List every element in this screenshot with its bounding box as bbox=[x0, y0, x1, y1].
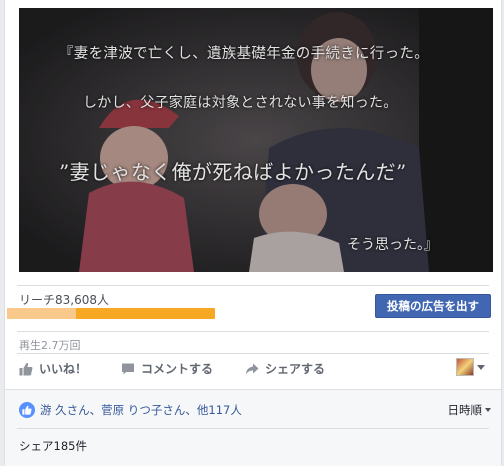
comment-sort-dropdown[interactable]: 日時順 bbox=[447, 402, 491, 418]
reach-count[interactable]: リーチ83,608人 bbox=[19, 291, 109, 308]
video-caption-line3: ”妻じゃなく俺が死ねばよかったんだ” bbox=[59, 160, 407, 184]
reach-row: リーチ83,608人 投稿の広告を出す bbox=[5, 288, 501, 324]
divider bbox=[17, 353, 489, 354]
reach-progress-bar[interactable] bbox=[7, 308, 215, 319]
video-player[interactable]: 『妻を津波で亡くし、遺族基礎年金の手続きに行った。 しかし、父子家庭は対象とされ… bbox=[19, 8, 493, 272]
chevron-down-icon bbox=[477, 364, 485, 370]
chevron-down-icon bbox=[485, 408, 491, 412]
likes-text[interactable]: 游 久さん、菅原 りつ子さん、他117人 bbox=[40, 402, 242, 418]
divider bbox=[17, 285, 489, 286]
post-card: 『妻を津波で亡くし、遺族基礎年金の手続きに行った。 しかし、父子家庭は対象とされ… bbox=[4, 0, 502, 466]
sort-label: 日時順 bbox=[447, 403, 483, 417]
share-label: シェアする bbox=[265, 362, 326, 376]
page-identity-selector[interactable] bbox=[456, 358, 485, 376]
comment-label: コメントする bbox=[141, 362, 214, 376]
thumbs-up-icon bbox=[19, 362, 33, 375]
like-reaction-icon bbox=[19, 402, 35, 418]
share-button[interactable]: シェアする bbox=[245, 360, 325, 377]
video-caption-line1: 『妻を津波で亡くし、遺族基礎年金の手続きに行った。 bbox=[59, 46, 429, 62]
share-count[interactable]: シェア185件 bbox=[19, 438, 87, 454]
share-arrow-icon bbox=[245, 363, 259, 374]
action-bar: いいね！ コメントする シェアする bbox=[5, 356, 501, 384]
divider bbox=[17, 331, 489, 332]
like-label: いいね！ bbox=[39, 362, 88, 376]
page-avatar bbox=[456, 358, 474, 376]
engagement-section: 游 久さん、菅原 りつ子さん、他117人 日時順 シェア185件 bbox=[5, 389, 501, 466]
like-button[interactable]: いいね！ bbox=[19, 360, 87, 377]
video-caption-line4: そう思った。』 bbox=[347, 237, 438, 253]
comment-button[interactable]: コメントする bbox=[121, 360, 213, 377]
video-caption-line2: しかし、父子家庭は対象とされない事を知った。 bbox=[83, 95, 398, 111]
boost-post-button[interactable]: 投稿の広告を出す bbox=[375, 294, 491, 318]
likes-summary[interactable]: 游 久さん、菅原 りつ子さん、他117人 bbox=[19, 402, 242, 418]
divider bbox=[17, 428, 489, 429]
view-count: 再生2.7万回 bbox=[19, 339, 81, 352]
comment-icon bbox=[122, 363, 134, 374]
reach-organic-fill bbox=[7, 308, 76, 319]
